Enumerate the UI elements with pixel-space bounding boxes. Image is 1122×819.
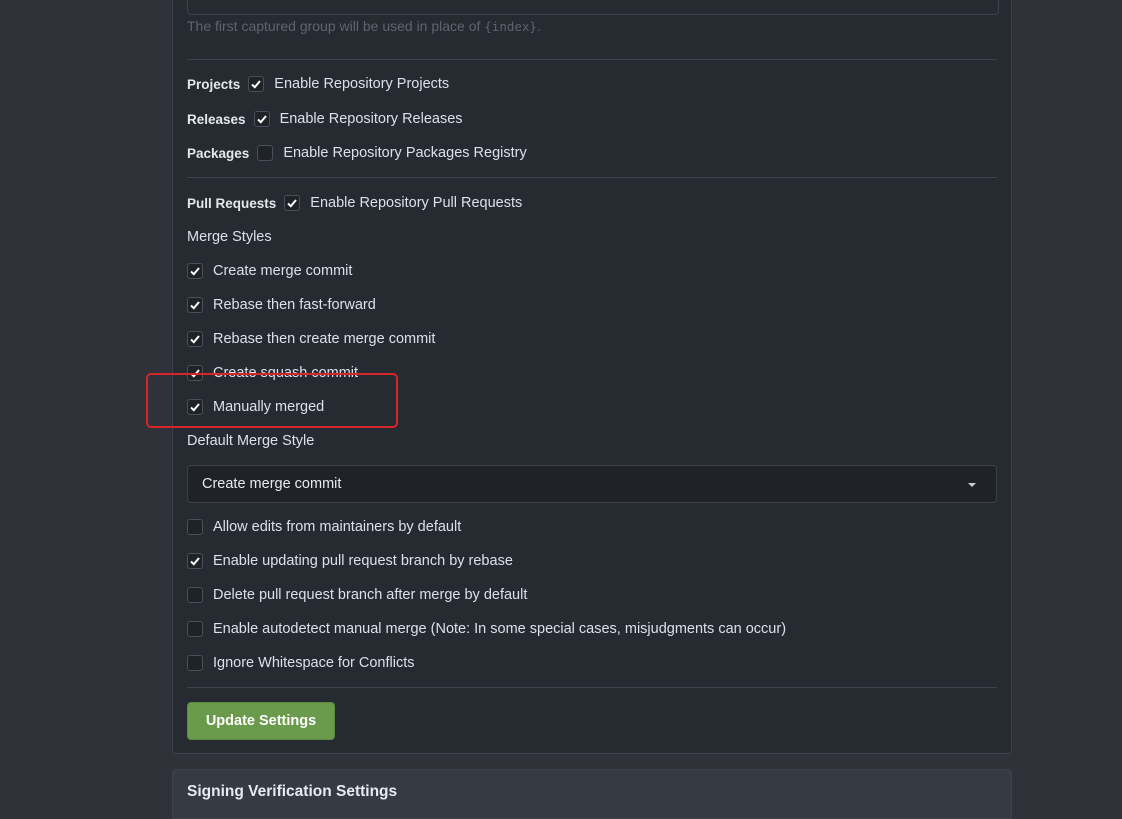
option-label[interactable]: Allow edits from maintainers by default [213, 519, 461, 535]
pulls-checkbox[interactable] [284, 195, 301, 211]
merge-style-label[interactable]: Create merge commit [213, 263, 352, 279]
delete-branch-checkbox[interactable] [187, 587, 203, 603]
check-icon [190, 335, 200, 344]
packages-checkbox-label[interactable]: Enable Repository Packages Registry [283, 145, 526, 161]
projects-checkbox-label[interactable]: Enable Repository Projects [274, 76, 449, 92]
packages-label: Packages [187, 145, 250, 161]
help-text-prefix: The first captured group will be used in… [187, 18, 485, 34]
pulls-row: Pull Requests Enable Repository Pull Req… [187, 193, 522, 213]
rebase-merge-checkbox[interactable] [187, 331, 203, 347]
option-label[interactable]: Enable autodetect manual merge (Note: In… [213, 621, 786, 637]
packages-row: Packages Enable Repository Packages Regi… [187, 143, 527, 163]
help-text: The first captured group will be used in… [187, 18, 541, 34]
divider [187, 687, 997, 688]
check-icon [190, 301, 200, 310]
merge-style-item: Rebase then fast-forward [187, 295, 376, 315]
releases-row: Releases Enable Repository Releases [187, 109, 463, 129]
help-text-suffix: . [536, 18, 541, 34]
merge-styles-title: Merge Styles [187, 229, 272, 245]
update-by-rebase-checkbox[interactable] [187, 553, 203, 569]
option-row: Delete pull request branch after merge b… [187, 585, 527, 605]
option-row: Enable autodetect manual merge (Note: In… [187, 619, 786, 639]
releases-label: Releases [187, 111, 246, 127]
projects-checkbox[interactable] [248, 76, 265, 92]
signing-verification-title: Signing Verification Settings [187, 783, 398, 800]
merge-style-item: Rebase then create merge commit [187, 329, 435, 349]
rebase-ff-checkbox[interactable] [187, 297, 203, 313]
help-text-code: {index} [484, 19, 537, 34]
packages-checkbox[interactable] [257, 145, 274, 161]
option-label[interactable]: Delete pull request branch after merge b… [213, 587, 527, 603]
merge-style-label[interactable]: Rebase then fast-forward [213, 297, 376, 313]
option-row: Enable updating pull request branch by r… [187, 551, 513, 571]
check-icon [287, 199, 298, 208]
highlight-box [146, 373, 398, 428]
divider [187, 59, 997, 60]
default-merge-style-select[interactable]: Create merge commit [187, 465, 997, 503]
option-row: Ignore Whitespace for Conflicts [187, 653, 414, 673]
allow-edits-checkbox[interactable] [187, 519, 203, 535]
merge-style-item: Create merge commit [187, 261, 352, 281]
pulls-checkbox-label[interactable]: Enable Repository Pull Requests [310, 195, 522, 211]
option-row: Allow edits from maintainers by default [187, 517, 461, 537]
check-icon [190, 557, 200, 566]
merge-style-label[interactable]: Rebase then create merge commit [213, 331, 435, 347]
projects-row: Projects Enable Repository Projects [187, 74, 449, 94]
ignore-whitespace-checkbox[interactable] [187, 655, 203, 671]
tracker-format-input[interactable] [187, 0, 999, 15]
check-icon [190, 267, 200, 276]
signing-verification-header: Signing Verification Settings [172, 769, 1012, 819]
option-label[interactable]: Enable updating pull request branch by r… [213, 553, 513, 569]
projects-label: Projects [187, 76, 241, 92]
merge-commit-checkbox[interactable] [187, 263, 203, 279]
divider [187, 177, 997, 178]
option-label[interactable]: Ignore Whitespace for Conflicts [213, 655, 414, 671]
default-merge-style-title: Default Merge Style [187, 433, 315, 449]
caret-down-icon [968, 483, 976, 487]
autodetect-merge-checkbox[interactable] [187, 621, 203, 637]
releases-checkbox[interactable] [253, 111, 270, 127]
default-merge-style-value: Create merge commit [202, 476, 342, 492]
pulls-label: Pull Requests [187, 195, 277, 211]
update-settings-button[interactable]: Update Settings [187, 702, 335, 740]
check-icon [256, 115, 267, 124]
releases-checkbox-label[interactable]: Enable Repository Releases [280, 111, 463, 127]
check-icon [251, 80, 262, 89]
